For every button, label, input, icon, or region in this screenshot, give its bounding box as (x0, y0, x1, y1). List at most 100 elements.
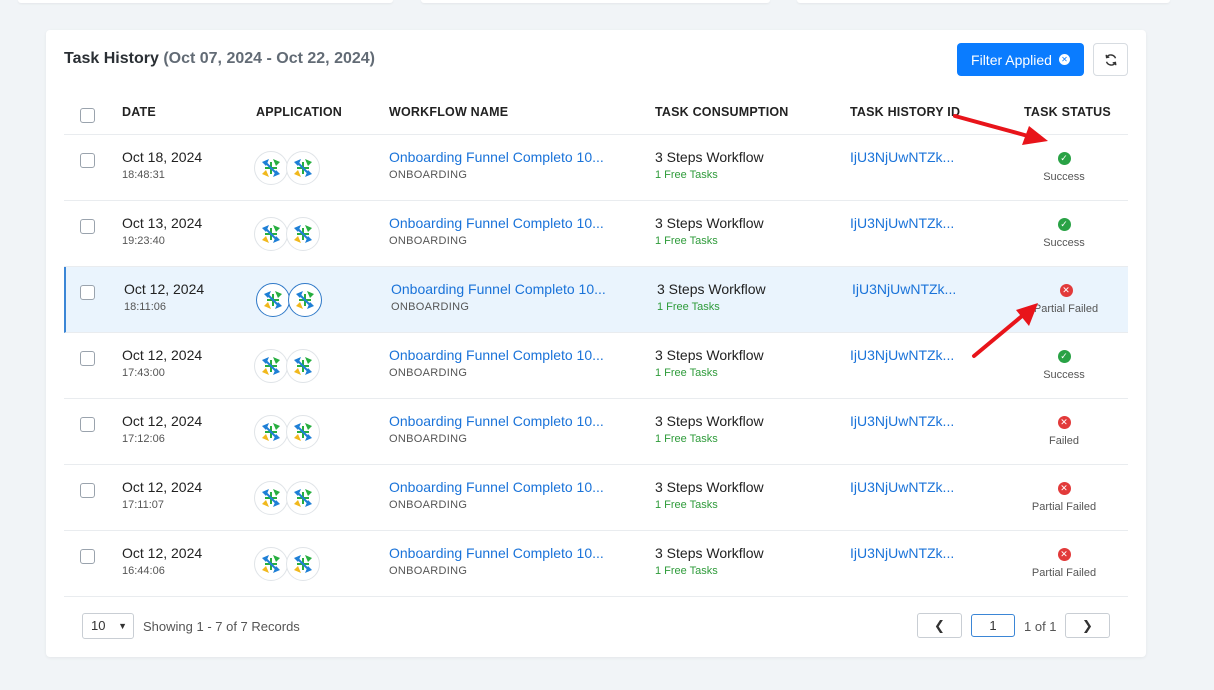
app-icon (254, 481, 288, 515)
row-checkbox[interactable] (80, 417, 95, 432)
application-icons (256, 283, 326, 317)
task-history-id-link[interactable]: IjU3NjUwNTZk... (852, 281, 956, 297)
application-icons (254, 547, 324, 581)
next-page-button[interactable]: ❯ (1065, 613, 1110, 638)
summary-card-1 (18, 0, 393, 3)
status-badge: ✓ Success (1009, 350, 1119, 381)
workflow-folder: ONBOARDING (391, 301, 470, 313)
date-range: (Oct 07, 2024 - Oct 22, 2024) (163, 50, 375, 67)
table-row[interactable]: Oct 18, 2024 18:48:31 Onboarding Funnel Co… (64, 135, 1128, 201)
prev-page-button[interactable]: ❮ (917, 613, 962, 638)
status-badge: ✕ Failed (1009, 416, 1119, 447)
page-size-select[interactable]: 10 ▼ (82, 613, 134, 639)
status-label: Failed (1049, 435, 1079, 447)
status-badge: ✕ Partial Failed (1009, 482, 1119, 513)
free-tasks: 1 Free Tasks (655, 433, 718, 445)
status-badge: ✓ Success (1009, 218, 1119, 249)
row-time: 17:43:00 (122, 367, 165, 379)
summary-card-3 (797, 0, 1170, 3)
status-badge: ✕ Partial Failed (1009, 548, 1119, 579)
row-time: 19:23:40 (122, 235, 165, 247)
task-history-id-link[interactable]: IjU3NjUwNTZk... (850, 347, 954, 363)
status-label: Success (1043, 171, 1085, 183)
workflow-name-link[interactable]: Onboarding Funnel Completo 10... (389, 413, 604, 429)
status-badge: ✕ Partial Failed (1011, 284, 1121, 315)
x-circle-icon: ✕ (1059, 284, 1073, 297)
column-application[interactable]: APPLICATION (256, 105, 342, 119)
row-checkbox[interactable] (80, 219, 95, 234)
column-task-consumption[interactable]: TASK CONSUMPTION (655, 105, 789, 119)
task-history-id-link[interactable]: IjU3NjUwNTZk... (850, 413, 954, 429)
column-task-status[interactable]: TASK STATUS (1024, 105, 1111, 119)
table-row[interactable]: Oct 12, 2024 18:11:06 Onboarding Funnel Co… (64, 267, 1128, 333)
application-icons (254, 217, 324, 251)
row-checkbox[interactable] (80, 483, 95, 498)
row-date: Oct 12, 2024 (124, 281, 205, 297)
app-icon (286, 547, 320, 581)
application-icons (254, 415, 324, 449)
task-history-id-link[interactable]: IjU3NjUwNTZk... (850, 545, 954, 561)
workflow-name-link[interactable]: Onboarding Funnel Completo 10... (389, 347, 604, 363)
row-checkbox[interactable] (80, 351, 95, 366)
task-consumption: 3 Steps Workflow (655, 545, 764, 561)
page-number-input[interactable]: 1 (971, 614, 1015, 637)
app-icon (254, 151, 288, 185)
app-icon (286, 481, 320, 515)
row-checkbox[interactable] (80, 549, 95, 564)
card-header: Task History (Oct 07, 2024 - Oct 22, 202… (46, 30, 1146, 90)
status-label: Partial Failed (1033, 303, 1099, 315)
chevron-down-icon: ▼ (118, 621, 127, 631)
workflow-name-link[interactable]: Onboarding Funnel Completo 10... (389, 215, 604, 231)
workflow-name-link[interactable]: Onboarding Funnel Completo 10... (389, 545, 604, 561)
task-consumption: 3 Steps Workflow (655, 347, 764, 363)
task-history-id-link[interactable]: IjU3NjUwNTZk... (850, 149, 954, 165)
table-header: DATE APPLICATION WORKFLOW NAME TASK CONS… (64, 90, 1128, 135)
workflow-folder: ONBOARDING (389, 169, 468, 181)
app-icon (288, 283, 322, 317)
application-icons (254, 481, 324, 515)
task-consumption: 3 Steps Workflow (655, 215, 764, 231)
filter-button-label: Filter Applied (971, 51, 1052, 68)
clear-filter-icon[interactable]: ✕ (1058, 54, 1070, 65)
free-tasks: 1 Free Tasks (657, 301, 720, 313)
column-task-history-id[interactable]: TASK HISTORY ID (850, 105, 960, 119)
refresh-button[interactable] (1093, 43, 1128, 76)
table-row[interactable]: Oct 12, 2024 17:11:07 Onboarding Funnel Co… (64, 465, 1128, 531)
row-date: Oct 12, 2024 (122, 479, 203, 495)
workflow-name-link[interactable]: Onboarding Funnel Completo 10... (389, 479, 604, 495)
app-icon (254, 547, 288, 581)
task-history-id-link[interactable]: IjU3NjUwNTZk... (850, 479, 954, 495)
table-row[interactable]: Oct 12, 2024 17:12:06 Onboarding Funnel Co… (64, 399, 1128, 465)
app-icon (254, 415, 288, 449)
table-row[interactable]: Oct 12, 2024 16:44:06 Onboarding Funnel Co… (64, 531, 1128, 597)
app-icon (286, 151, 320, 185)
workflow-name-link[interactable]: Onboarding Funnel Completo 10... (389, 149, 604, 165)
chevron-right-icon: ❯ (1082, 617, 1093, 633)
check-circle-icon: ✓ (1057, 218, 1071, 231)
status-label: Partial Failed (1031, 567, 1097, 579)
task-consumption: 3 Steps Workflow (655, 479, 764, 495)
select-all-checkbox[interactable] (80, 108, 95, 123)
status-badge: ✓ Success (1009, 152, 1119, 183)
application-icons (254, 349, 324, 383)
column-workflow-name[interactable]: WORKFLOW NAME (389, 105, 508, 119)
workflow-folder: ONBOARDING (389, 433, 468, 445)
title-text: Task History (64, 50, 159, 67)
status-label: Success (1043, 369, 1085, 381)
row-checkbox[interactable] (80, 153, 95, 168)
app-icon (254, 349, 288, 383)
filter-applied-button[interactable]: Filter Applied ✕ (957, 43, 1084, 76)
app-icon (254, 217, 288, 251)
task-history-id-link[interactable]: IjU3NjUwNTZk... (850, 215, 954, 231)
free-tasks: 1 Free Tasks (655, 169, 718, 181)
workflow-name-link[interactable]: Onboarding Funnel Completo 10... (391, 281, 606, 297)
page-title: Task History (Oct 07, 2024 - Oct 22, 202… (64, 50, 375, 68)
table-row[interactable]: Oct 13, 2024 19:23:40 Onboarding Funnel Co… (64, 201, 1128, 267)
table-row[interactable]: Oct 12, 2024 17:43:00 Onboarding Funnel Co… (64, 333, 1128, 399)
status-label: Success (1043, 237, 1085, 249)
row-time: 18:48:31 (122, 169, 165, 181)
task-consumption: 3 Steps Workflow (657, 281, 766, 297)
row-checkbox[interactable] (80, 285, 95, 300)
column-date[interactable]: DATE (122, 105, 156, 119)
row-date: Oct 13, 2024 (122, 215, 203, 231)
